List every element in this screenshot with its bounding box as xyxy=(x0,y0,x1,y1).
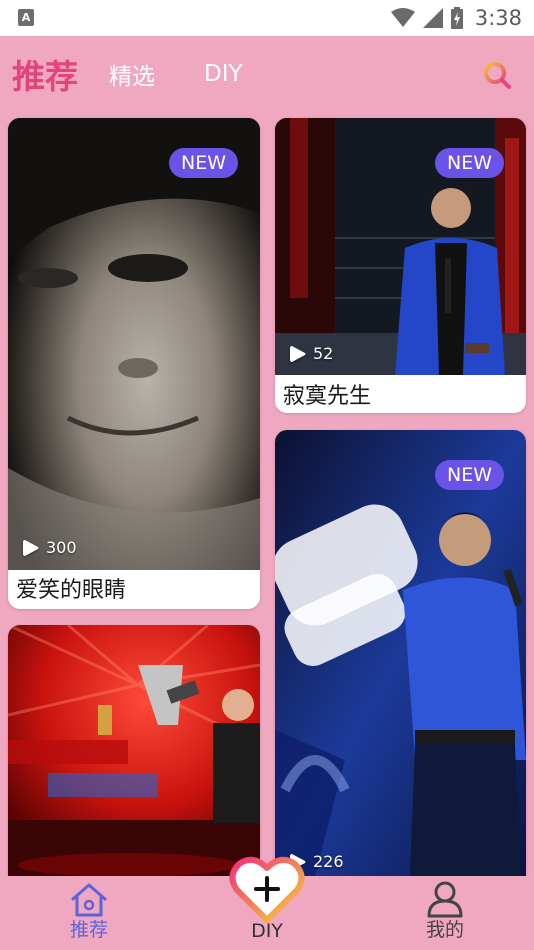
card-title: 寂寞先生 xyxy=(283,384,372,409)
nav-home-label: 推荐 xyxy=(69,919,108,941)
card-title: 爱笑的眼睛 xyxy=(16,578,127,603)
video-card[interactable]: NEW 52 寂寞先生 xyxy=(275,118,526,413)
play-count: 52 xyxy=(289,344,333,363)
status-right: 3:38 xyxy=(390,0,522,36)
nav-me[interactable]: 我的 xyxy=(414,876,476,950)
play-count-value: 226 xyxy=(313,852,344,871)
play-icon xyxy=(23,539,39,556)
status-bar: A 3:38 xyxy=(0,0,534,36)
heart-plus-icon xyxy=(229,856,305,923)
video-thumbnail xyxy=(275,430,526,876)
search-icon[interactable] xyxy=(482,60,512,90)
play-count-value: 300 xyxy=(46,538,77,557)
tab-diy[interactable]: DIY xyxy=(204,36,243,112)
video-card[interactable] xyxy=(8,625,260,876)
play-count: 300 xyxy=(22,538,77,557)
video-thumbnail xyxy=(8,118,260,570)
play-icon xyxy=(290,345,306,362)
new-badge: NEW xyxy=(434,460,504,490)
clock: 3:38 xyxy=(474,6,522,30)
nav-home[interactable]: 推荐 xyxy=(58,876,120,950)
video-card[interactable]: NEW 226 xyxy=(275,430,526,876)
bottom-nav: 推荐 DIY 我的 xyxy=(0,856,534,950)
profile-icon xyxy=(427,881,463,918)
home-icon xyxy=(71,883,107,917)
nav-diy[interactable]: DIY xyxy=(228,854,306,950)
app-header: 推荐 精选 DIY xyxy=(0,36,534,112)
new-badge: NEW xyxy=(434,148,504,178)
nav-diy-label: DIY xyxy=(251,920,283,942)
notification-icon: A xyxy=(18,9,34,26)
signal-icon xyxy=(422,8,443,28)
battery-icon xyxy=(450,7,463,29)
video-card[interactable]: NEW 300 爱笑的眼睛 xyxy=(8,118,260,609)
tab-recommend[interactable]: 推荐 xyxy=(12,36,78,112)
new-badge: NEW xyxy=(168,148,238,178)
wifi-icon xyxy=(390,8,415,27)
play-count-value: 52 xyxy=(313,344,334,363)
tab-featured[interactable]: 精选 xyxy=(109,36,155,112)
nav-me-label: 我的 xyxy=(425,919,464,941)
video-thumbnail xyxy=(8,625,260,876)
